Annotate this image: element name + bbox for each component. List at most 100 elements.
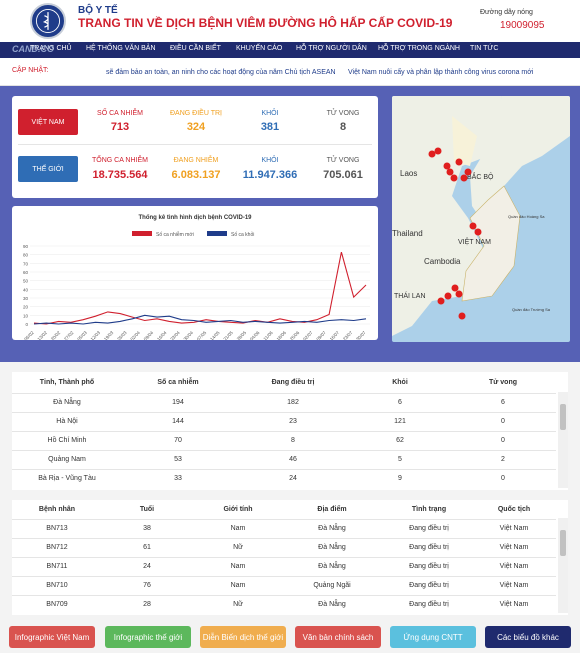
- x-tick-label: 19/03: [103, 330, 115, 340]
- table-cell: Đang điều trị: [409, 525, 449, 532]
- legend-label-recovered[interactable]: Số ca khỏi: [231, 231, 254, 238]
- footer-button[interactable]: Infographic thế giới: [105, 626, 191, 648]
- scroll-thumb[interactable]: [560, 404, 566, 430]
- footer-button[interactable]: Văn bản chính sách: [295, 626, 381, 648]
- case-marker[interactable]: [450, 174, 458, 182]
- case-marker[interactable]: [464, 168, 472, 176]
- table-cell: Việt Nam: [499, 563, 529, 570]
- site-title[interactable]: TRANG TIN VỀ DỊCH BỆNH VIÊM ĐƯỜNG HÔ HẤP…: [78, 16, 452, 30]
- col-header: Khỏi: [392, 379, 408, 386]
- table-row[interactable]: BN713 38 Nam Đà Nẵng Đang điều trị Việt Nam: [12, 519, 556, 538]
- ticker-item[interactable]: sẽ đảm bảo an toàn, an ninh cho các hoạt…: [106, 69, 336, 76]
- x-tick-label: 09/04: [143, 330, 155, 340]
- world-cases-value: 18.735.564: [92, 169, 148, 181]
- y-tick-label: 40: [23, 287, 29, 292]
- stat-label: ĐANG NHIỄM: [173, 157, 219, 164]
- nav-news[interactable]: TIN TỨC: [470, 45, 498, 52]
- stat-label: KHỎI: [261, 110, 279, 117]
- table-cell: 0: [501, 437, 505, 444]
- nav-citizen-support[interactable]: HỖ TRỢ NGƯỜI DÂN: [296, 45, 367, 52]
- table-cell: 194: [172, 399, 184, 406]
- table-cell: Đang điều trị: [409, 563, 449, 570]
- footer-button[interactable]: Ứng dụng CNTT: [390, 626, 476, 648]
- hotline-number[interactable]: 19009095: [500, 20, 545, 31]
- divider: [18, 144, 372, 145]
- footer-button[interactable]: Infographic Việt Nam: [9, 626, 95, 648]
- ministry-logo[interactable]: [30, 3, 66, 39]
- table-cell: Việt Nam: [499, 544, 529, 551]
- table-cell: Nữ: [233, 544, 243, 551]
- case-marker[interactable]: [458, 312, 466, 320]
- case-marker[interactable]: [434, 147, 442, 155]
- province-scrollbar[interactable]: [558, 392, 568, 488]
- case-marker[interactable]: [469, 222, 477, 230]
- table-row[interactable]: BN712 61 Nữ Đà Nẵng Đang điều trị Việt Nam: [12, 538, 556, 557]
- table-cell: 5: [398, 456, 402, 463]
- patient-table: Bệnh nhân Tuổi Giới tính Địa điểm Tình t…: [12, 500, 568, 615]
- nav-need-to-know[interactable]: ĐIỀU CẦN BIẾT: [170, 45, 221, 52]
- case-marker[interactable]: [455, 158, 463, 166]
- table-cell: Nam: [230, 563, 246, 570]
- table-cell: 6: [398, 399, 402, 406]
- col-header: Tuổi: [139, 506, 155, 513]
- col-header: Tình trạng: [411, 506, 447, 513]
- map-label-cambodia: Cambodia: [424, 257, 461, 266]
- nav-sector-support[interactable]: HỖ TRỢ TRONG NGÀNH: [378, 45, 460, 52]
- nav-recommendations[interactable]: KHUYẾN CÁO: [236, 45, 282, 52]
- vietnam-map[interactable]: Laos BẮC BỘ Thailand Cambodia VIỆT NAM T…: [392, 96, 570, 342]
- world-button[interactable]: THẾ GIỚI: [18, 156, 78, 182]
- col-header: Tỉnh, Thành phố: [39, 379, 95, 386]
- table-row[interactable]: BN710 76 Nam Quảng Ngãi Đang điều trị Việt Na…: [12, 576, 556, 595]
- vietnam-button[interactable]: VIỆT NAM: [18, 109, 78, 135]
- stat-label: TỬ VONG: [326, 110, 360, 117]
- y-tick-label: 90: [23, 244, 29, 249]
- table-row[interactable]: Hồ Chí Minh 70 8 62 0: [12, 431, 556, 450]
- x-tick-label: 09/07: [315, 330, 327, 340]
- footer-button[interactable]: Diễn Biến dịch thế giới: [200, 626, 286, 648]
- table-cell: BN711: [46, 563, 68, 570]
- stats-panel: VIỆT NAM SỐ CA NHIỄM ĐANG ĐIỀU TRỊ KHỎI …: [12, 96, 378, 198]
- case-marker[interactable]: [455, 290, 463, 298]
- table-cell: Quảng Nam: [48, 456, 86, 463]
- table-cell: 6: [501, 399, 505, 406]
- map-label-spratly: Quần đảo Trường Sa: [512, 307, 551, 312]
- footer-button[interactable]: Các biểu đồ khác: [485, 626, 571, 648]
- case-marker[interactable]: [460, 174, 468, 182]
- table-cell: BN712: [46, 544, 68, 551]
- case-marker[interactable]: [474, 228, 482, 236]
- table-cell: Bà Rịa - Vũng Tàu: [38, 475, 96, 482]
- case-marker[interactable]: [428, 150, 436, 158]
- col-header: Bệnh nhân: [38, 506, 76, 513]
- table-row[interactable]: Bà Rịa - Vũng Tàu 33 24 9 0: [12, 469, 556, 488]
- table-row[interactable]: Quảng Nam 53 46 5 2: [12, 450, 556, 469]
- ticker-item[interactable]: Việt Nam nuôi cấy và phân lập thành công…: [348, 69, 533, 76]
- case-marker[interactable]: [451, 284, 459, 292]
- table-row[interactable]: Hà Nội 144 23 121 0: [12, 412, 556, 431]
- map-label-thailand: Thailand: [392, 229, 423, 238]
- world-active-value: 6.083.137: [171, 169, 221, 181]
- x-tick-label: 06/02: [23, 330, 35, 340]
- case-marker[interactable]: [443, 162, 451, 170]
- patient-scrollbar[interactable]: [558, 518, 568, 613]
- case-marker[interactable]: [444, 292, 452, 300]
- table-cell: 53: [174, 456, 182, 463]
- table-cell: 0: [501, 418, 505, 425]
- legend-label-new[interactable]: Số ca nhiễm mới: [156, 231, 194, 238]
- case-marker[interactable]: [446, 168, 454, 176]
- table-row[interactable]: Đà Nẵng 194 182 6 6: [12, 393, 556, 412]
- vn-cases-value: 713: [110, 121, 130, 133]
- x-tick-label: 14/05: [209, 330, 221, 340]
- nav-documents[interactable]: HỆ THỐNG VĂN BẢN: [86, 45, 156, 52]
- col-header: Tử vong: [488, 379, 517, 386]
- table-cell: BN709: [46, 601, 68, 608]
- table-row[interactable]: BN709 28 Nữ Đà Nẵng Đang điều trị Việt Nam: [12, 595, 556, 614]
- table-cell: Đang điều trị: [409, 582, 449, 589]
- map-label-vietnam: VIỆT NAM: [458, 237, 491, 246]
- table-cell: Đà Nẵng: [318, 601, 346, 608]
- x-tick-label: 23/07: [342, 330, 354, 340]
- case-marker[interactable]: [437, 297, 445, 305]
- table-row[interactable]: BN711 24 Nam Đà Nẵng Đang điều trị Việt Nam: [12, 557, 556, 576]
- x-tick-label: 23/04: [169, 330, 181, 340]
- series-line-0[interactable]: [33, 251, 367, 325]
- scroll-thumb[interactable]: [560, 530, 566, 556]
